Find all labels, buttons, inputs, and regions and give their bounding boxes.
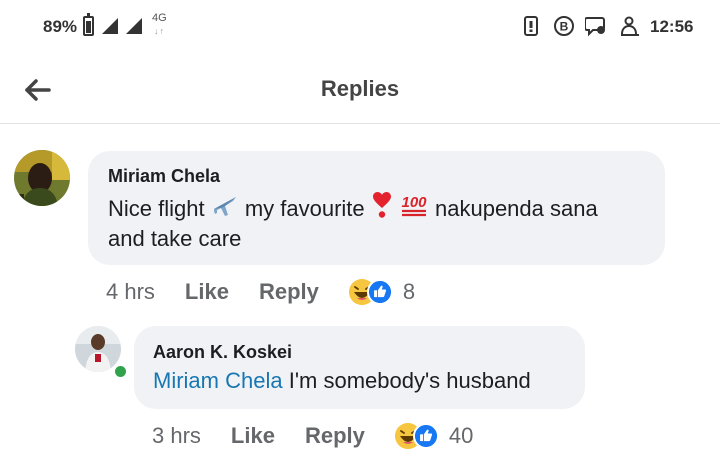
reactions-summary[interactable] bbox=[394, 423, 441, 449]
reactions-summary[interactable] bbox=[348, 279, 395, 305]
reaction-count[interactable]: 40 bbox=[449, 423, 473, 449]
b-notification-icon: B bbox=[554, 16, 574, 36]
reply-button[interactable]: Reply bbox=[305, 423, 365, 449]
comment-bubble[interactable]: Miriam Chela Nice flight my favourite 10… bbox=[88, 151, 665, 265]
replies-screen: 89% 4G ↓↑ B 12:56 Replies Miriam Chela N… bbox=[0, 0, 720, 462]
mention-link[interactable]: Miriam Chela bbox=[153, 368, 283, 393]
heart-exclamation-emoji-icon bbox=[372, 192, 391, 218]
status-bar: 89% 4G ↓↑ B 12:56 bbox=[0, 0, 720, 54]
online-status-indicator bbox=[113, 364, 128, 379]
comment-text: Nice flight my favourite 100 nakupenda s… bbox=[108, 191, 658, 254]
vibrate-icon bbox=[524, 16, 538, 36]
airplane-emoji-icon bbox=[213, 197, 236, 216]
comment-text-part: and take care bbox=[108, 226, 242, 251]
reply-text-body: I'm somebody's husband bbox=[282, 368, 531, 393]
clock: 12:56 bbox=[650, 17, 694, 36]
app-bar: Replies bbox=[0, 54, 720, 124]
comment-actions: 4 hrs Like Reply 8 bbox=[106, 278, 415, 306]
battery-percentage: 89% bbox=[43, 17, 78, 36]
network-type: 4G bbox=[152, 12, 167, 24]
reaction-count[interactable]: 8 bbox=[403, 279, 415, 305]
signal-icon-2 bbox=[126, 18, 142, 34]
page-title: Replies bbox=[320, 76, 400, 101]
reply-text: Miriam Chela I'm somebody's husband bbox=[153, 366, 583, 396]
comment-text-part: my favourite bbox=[238, 196, 371, 221]
reply-author[interactable]: Aaron K. Koskei bbox=[153, 342, 292, 363]
hundred-points-emoji-icon: 100 bbox=[401, 194, 427, 217]
like-button[interactable]: Like bbox=[185, 279, 229, 305]
signal-icon bbox=[102, 18, 118, 34]
chat-bubble-icon bbox=[585, 17, 605, 37]
comment-text-part: nakupenda sana bbox=[428, 196, 598, 221]
network-activity-arrows: ↓↑ bbox=[154, 26, 165, 36]
svg-text:100: 100 bbox=[401, 194, 427, 211]
svg-text:B: B bbox=[560, 20, 569, 34]
avatar-aaron-k-koskei[interactable] bbox=[75, 326, 121, 372]
like-reaction-icon bbox=[366, 279, 393, 305]
person-icon bbox=[621, 16, 639, 36]
comment-time: 4 hrs bbox=[106, 279, 155, 304]
reply-bubble[interactable]: Aaron K. Koskei Miriam Chela I'm somebod… bbox=[134, 326, 585, 409]
battery-icon bbox=[83, 13, 94, 36]
like-button[interactable]: Like bbox=[231, 423, 275, 449]
comment-author[interactable]: Miriam Chela bbox=[108, 166, 220, 187]
reply-button[interactable]: Reply bbox=[259, 279, 319, 305]
avatar-image bbox=[14, 150, 70, 206]
reply-time: 3 hrs bbox=[152, 423, 201, 448]
comment-text-part: Nice flight bbox=[108, 196, 211, 221]
avatar-miriam-chela[interactable] bbox=[14, 150, 70, 206]
reply-actions: 3 hrs Like Reply 40 bbox=[152, 422, 473, 450]
avatar-image bbox=[75, 326, 121, 372]
like-reaction-icon bbox=[412, 423, 439, 449]
